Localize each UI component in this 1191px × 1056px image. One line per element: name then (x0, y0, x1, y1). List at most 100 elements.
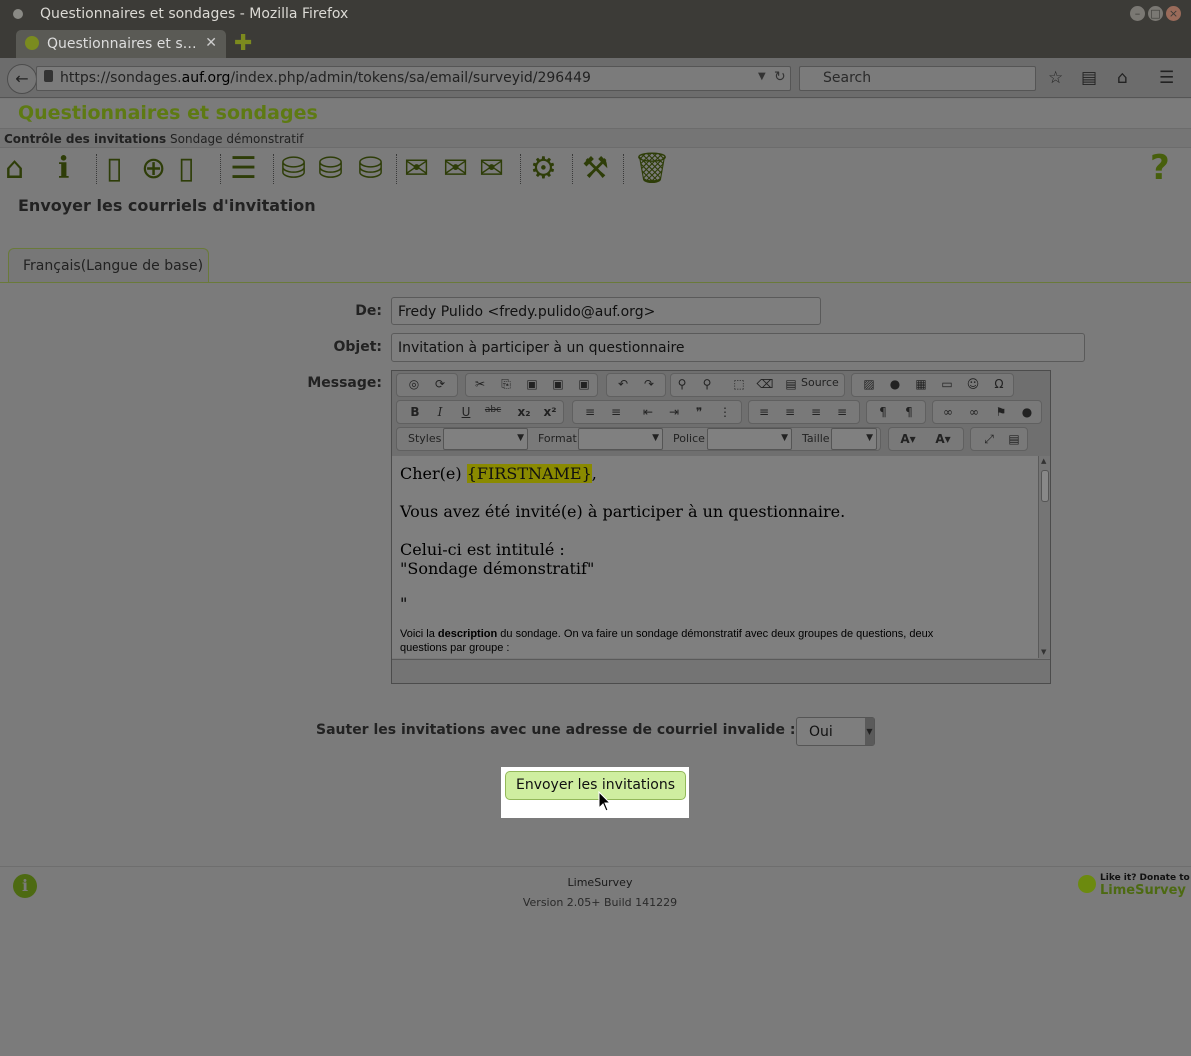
replace-icon[interactable]: ⚲ (698, 377, 716, 391)
list-icon[interactable]: ☰ (230, 152, 257, 186)
bounce-icon[interactable]: ✉ (479, 152, 504, 186)
new-tab-icon[interactable]: ✚ (234, 31, 252, 56)
source-icon[interactable]: ▤ (782, 377, 800, 391)
align-left-icon[interactable]: ≡ (755, 405, 773, 419)
select-all-icon[interactable]: ⬚ (730, 377, 748, 391)
ldap-icon[interactable]: ⛁ (318, 152, 343, 186)
send-invitations-button[interactable]: Envoyer les invitations (505, 771, 686, 800)
lock-icon[interactable] (44, 70, 53, 82)
superscript-icon[interactable]: x² (541, 405, 559, 419)
home-browser-icon[interactable]: ⌂ (1117, 68, 1128, 88)
scroll-up-icon[interactable]: ▲ (1041, 457, 1046, 465)
align-center-icon[interactable]: ≡ (781, 405, 799, 419)
horizontal-rule-icon[interactable]: ▭ (938, 377, 956, 391)
unlink-icon[interactable]: ∞ (965, 405, 983, 419)
remove-format-icon[interactable]: ⌫ (756, 377, 774, 391)
tools-icon[interactable]: ⚒ (582, 152, 609, 186)
smiley-icon[interactable]: ☺ (964, 377, 982, 391)
cut-icon[interactable]: ✂ (471, 377, 489, 391)
size-select[interactable]: ▼ (831, 428, 877, 450)
description-line-2: questions par groupe : (400, 642, 510, 654)
flash-icon[interactable]: ● (886, 377, 904, 391)
csv-export-icon[interactable]: ⛁ (281, 152, 306, 186)
reading-list-icon[interactable]: ▤ (1081, 68, 1097, 88)
delete-icon[interactable]: 🗑︎ (633, 152, 671, 186)
page-icon[interactable]: ▯ (106, 152, 123, 186)
browser-tab[interactable]: Questionnaires et s… ✕ (16, 30, 226, 58)
info-icon[interactable]: i (58, 152, 69, 186)
invite-icon[interactable]: ✉ (404, 152, 429, 186)
copy-icon[interactable]: ⎘ (497, 377, 515, 392)
undo-icon[interactable]: ↶ (614, 377, 632, 391)
back-arrow-icon[interactable]: ← (7, 64, 37, 94)
maximize-icon[interactable]: □ (1148, 6, 1163, 21)
numbered-list-icon[interactable]: ≡ (581, 405, 599, 419)
paste-icon[interactable]: ▣ (523, 377, 541, 391)
styles-select[interactable]: ▼ (443, 428, 528, 450)
tab-language-french[interactable]: Français(Langue de base) (8, 248, 209, 282)
home-icon[interactable]: ⌂ (5, 152, 24, 186)
bulleted-list-icon[interactable]: ≡ (607, 405, 625, 419)
text-color-icon[interactable]: A▾ (899, 432, 917, 446)
reload-icon[interactable]: ↻ (774, 69, 786, 85)
background-color-icon[interactable]: A▾ (934, 432, 952, 446)
add-icon[interactable]: ⊕ (141, 152, 166, 186)
italic-icon[interactable]: I (431, 405, 449, 419)
link-icon[interactable]: ∞ (939, 405, 957, 419)
redo-icon[interactable]: ↷ (640, 377, 658, 391)
justify-icon[interactable]: ≡ (833, 405, 851, 419)
remind-icon[interactable]: ✉ (443, 152, 468, 186)
strikethrough-icon[interactable]: abc (484, 405, 502, 415)
image-icon[interactable]: ▨ (860, 377, 878, 391)
search-input[interactable]: Search (799, 66, 1036, 91)
hamburger-menu-icon[interactable]: ☰ (1159, 68, 1174, 88)
csv-import-icon[interactable]: ⛁ (358, 152, 383, 186)
bold-icon[interactable]: B (406, 405, 424, 419)
scroll-down-icon[interactable]: ▼ (1041, 648, 1046, 656)
window-menu-icon[interactable] (13, 9, 23, 19)
breadcrumb-survey[interactable]: Sondage démonstratif (170, 132, 304, 146)
underline-icon[interactable]: U (457, 405, 475, 419)
scrollbar-thumb[interactable] (1041, 470, 1049, 502)
ltr-icon[interactable]: ¶ (874, 405, 892, 419)
format-select[interactable]: ▼ (578, 428, 663, 450)
table-icon[interactable]: ▦ (912, 377, 930, 391)
close-tab-icon[interactable]: ✕ (205, 35, 217, 51)
settings-icon[interactable]: ⚙ (530, 152, 557, 186)
div-container-icon[interactable]: ⋮ (716, 405, 734, 419)
help-icon[interactable]: ? (1150, 148, 1170, 188)
anchor-flag-icon[interactable]: ⚑ (992, 405, 1010, 419)
subject-field[interactable]: Invitation à participer à un questionnai… (391, 333, 1085, 362)
url-dropdown-icon[interactable]: ▼ (758, 71, 766, 82)
outdent-icon[interactable]: ⇤ (639, 405, 657, 419)
site-title[interactable]: Questionnaires et sondages (18, 102, 318, 124)
skip-invalid-select[interactable]: Oui ▼ (796, 717, 875, 746)
editor-content[interactable]: Cher(e) {FIRSTNAME}, Vous avez été invit… (392, 456, 1038, 658)
font-select[interactable]: ▼ (707, 428, 792, 450)
body-line-1: Vous avez été invité(e) à participer à u… (400, 502, 846, 521)
align-right-icon[interactable]: ≡ (807, 405, 825, 419)
lime-favicon-icon (25, 36, 39, 50)
subscript-icon[interactable]: x₂ (515, 405, 533, 419)
minimize-icon[interactable]: – (1130, 6, 1145, 21)
paste-word-icon[interactable]: ▣ (575, 377, 593, 391)
maximize-editor-icon[interactable]: ⤢ (980, 432, 998, 447)
rtl-icon[interactable]: ¶ (900, 405, 918, 419)
source-button[interactable]: Source (801, 376, 839, 389)
indent-icon[interactable]: ⇥ (665, 405, 683, 419)
blockquote-icon[interactable]: ❞ (690, 405, 708, 419)
editor-scrollbar[interactable]: ▲ ▼ (1038, 456, 1050, 658)
paste-text-icon[interactable]: ▣ (549, 377, 567, 391)
close-window-icon[interactable]: × (1166, 6, 1181, 21)
from-field[interactable]: Fredy Pulido <fredy.pulido@auf.org> (391, 297, 821, 325)
special-char-icon[interactable]: Ω (990, 377, 1008, 391)
donate-link[interactable]: Like it? Donate to LimeSurvey (1078, 872, 1190, 898)
show-blocks-icon[interactable]: ▤ (1005, 432, 1023, 446)
bookmark-star-icon[interactable]: ☆ (1048, 68, 1063, 88)
find-icon[interactable]: ⚲ (673, 377, 691, 391)
preview-icon[interactable]: ◎ (405, 377, 423, 391)
globe-icon[interactable]: ● (1018, 405, 1036, 419)
templates-icon[interactable]: ⟳ (431, 377, 449, 391)
url-bar[interactable]: https://sondages.auf.org/index.php/admin… (36, 66, 791, 91)
add-page-icon[interactable]: ▯ (178, 152, 195, 186)
